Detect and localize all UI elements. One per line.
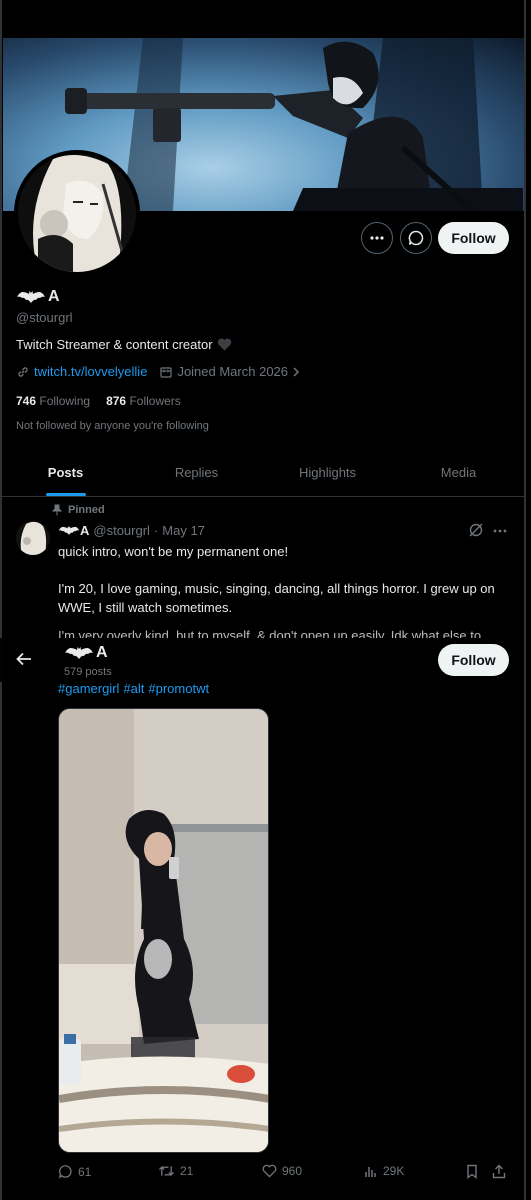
post-line-2: I'm 20, I love gaming, music, singing, d… bbox=[58, 581, 495, 615]
back-arrow-icon[interactable] bbox=[16, 652, 32, 666]
link-icon bbox=[18, 366, 28, 377]
views-icon bbox=[365, 1167, 376, 1177]
reply-button[interactable]: 61 bbox=[58, 1164, 91, 1179]
tab-posts[interactable]: Posts bbox=[0, 448, 131, 496]
display-name-text: A bbox=[48, 288, 60, 305]
hashtag-link[interactable]: #promotwt bbox=[148, 681, 209, 696]
profile-tabs: Posts Replies Highlights Media bbox=[0, 448, 524, 497]
bat-icon bbox=[65, 647, 93, 659]
website-link[interactable]: twitch.tv/lovvelyellie bbox=[34, 364, 147, 379]
bookmark-icon bbox=[467, 1164, 477, 1179]
followers-link[interactable]: 876 Followers bbox=[106, 394, 181, 408]
followers-count: 876 bbox=[106, 394, 127, 408]
post-line-1: quick intro, won't be my permanent one! bbox=[58, 544, 289, 559]
follow-button[interactable]: Follow bbox=[438, 222, 509, 254]
more-icon bbox=[493, 529, 507, 533]
sticky-name: A bbox=[64, 644, 108, 662]
avatar[interactable] bbox=[14, 150, 140, 276]
reply-icon bbox=[58, 1165, 72, 1179]
post-text: quick intro, won't be my permanent one! … bbox=[58, 542, 518, 635]
post-actions: 61 21 960 29K bbox=[58, 1164, 510, 1184]
black-heart-icon bbox=[217, 338, 231, 351]
bat-icon bbox=[17, 291, 45, 303]
post-avatar[interactable] bbox=[16, 521, 50, 555]
post-avatar-artwork bbox=[16, 521, 50, 555]
follow-counts: 746 Following 876 Followers bbox=[16, 394, 181, 408]
profile-page: Follow A @stourgrl Twitch Streamer & con… bbox=[0, 0, 531, 1200]
post-author-handle[interactable]: @stourgrl bbox=[93, 523, 150, 538]
tab-media[interactable]: Media bbox=[393, 448, 524, 496]
message-button[interactable] bbox=[400, 222, 432, 254]
share-button[interactable] bbox=[492, 1164, 506, 1179]
sticky-follow-button[interactable]: Follow bbox=[438, 644, 509, 676]
more-options-button[interactable] bbox=[361, 222, 393, 254]
profile-handle: @stourgrl bbox=[16, 310, 73, 325]
like-icon bbox=[262, 1164, 277, 1178]
pin-icon bbox=[52, 504, 62, 516]
grok-icon[interactable] bbox=[468, 522, 484, 538]
calendar-icon bbox=[160, 366, 173, 378]
post-hashtags: #gamergirl #alt #promotwt bbox=[58, 681, 209, 696]
profile-bio: Twitch Streamer & content creator bbox=[16, 337, 232, 352]
following-count: 746 bbox=[16, 394, 37, 408]
post-date[interactable]: May 17 bbox=[162, 523, 205, 538]
repost-count: 21 bbox=[180, 1164, 194, 1178]
not-followed-note: Not followed by anyone you're following bbox=[16, 420, 209, 432]
posts-count: 579 posts bbox=[64, 666, 112, 678]
views-count: 29K bbox=[383, 1164, 405, 1178]
right-divider bbox=[524, 0, 526, 1200]
post-media-image[interactable] bbox=[58, 708, 269, 1153]
following-label: Following bbox=[39, 394, 91, 408]
repost-button[interactable]: 21 bbox=[158, 1164, 193, 1178]
pinned-label: Pinned bbox=[52, 504, 105, 516]
chevron-right-icon[interactable] bbox=[292, 366, 300, 378]
repost-icon bbox=[158, 1166, 175, 1176]
more-icon bbox=[370, 236, 384, 240]
hashtag-link[interactable]: #alt bbox=[123, 681, 144, 696]
bio-text: Twitch Streamer & content creator bbox=[16, 337, 213, 352]
like-button[interactable]: 960 bbox=[262, 1164, 302, 1178]
following-link[interactable]: 746 Following bbox=[16, 394, 90, 408]
profile-meta: twitch.tv/lovvelyellie Joined March 2026 bbox=[16, 364, 300, 379]
reply-count: 61 bbox=[78, 1164, 92, 1179]
pinned-text: Pinned bbox=[68, 504, 105, 516]
tab-highlights[interactable]: Highlights bbox=[262, 448, 393, 496]
tab-replies[interactable]: Replies bbox=[131, 448, 262, 496]
left-divider bbox=[0, 0, 2, 1200]
bat-icon bbox=[58, 526, 80, 535]
like-count: 960 bbox=[282, 1164, 303, 1178]
post-line-3: I'm very overly kind, but to myself, & d… bbox=[58, 628, 482, 638]
share-icon bbox=[492, 1164, 506, 1179]
media-photo bbox=[59, 709, 268, 1152]
hashtag-link[interactable]: #gamergirl bbox=[58, 681, 119, 696]
post-author-name[interactable]: A bbox=[58, 523, 89, 538]
followers-label: Followers bbox=[129, 394, 181, 408]
post-dot: · bbox=[153, 523, 159, 538]
sticky-name-text: A bbox=[96, 644, 108, 661]
message-icon bbox=[408, 230, 424, 246]
post-more-button[interactable] bbox=[493, 520, 507, 538]
avatar-artwork bbox=[18, 154, 136, 272]
joined-date: Joined March 2026 bbox=[177, 364, 289, 379]
views-button[interactable]: 29K bbox=[364, 1164, 404, 1178]
post-author-name-text: A bbox=[80, 523, 90, 538]
post-header: A @stourgrl · May 17 bbox=[58, 523, 205, 538]
display-name: A bbox=[16, 288, 60, 306]
bookmark-button[interactable] bbox=[466, 1164, 478, 1179]
